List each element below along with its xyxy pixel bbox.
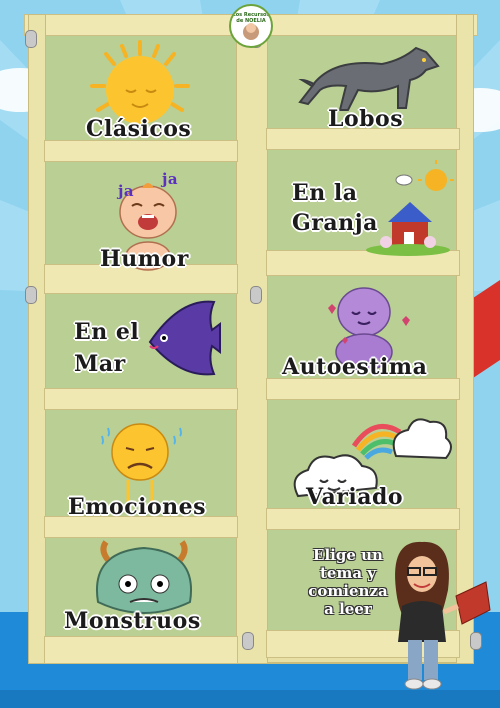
category-autoestima[interactable]: Autoestima (268, 276, 458, 380)
laugh-text: ja (118, 182, 135, 200)
logo-text: Los Recursos de NOELIA (232, 12, 270, 24)
category-humor[interactable]: ja ja Humor (46, 162, 236, 274)
category-label: En la Granja (292, 178, 378, 238)
cta-line: comienza (308, 582, 388, 600)
category-label: Autoestima (282, 354, 428, 380)
category-label: Emociones (68, 494, 207, 520)
shelf-board-left-1 (44, 140, 238, 162)
cta-line: tema y (319, 564, 376, 582)
door-knob (470, 632, 482, 650)
cta-line: Elige un (313, 546, 383, 564)
label-line: En el (74, 319, 140, 345)
door-knob (250, 286, 262, 304)
call-to-action: Elige un tema y comienza a leer (292, 546, 404, 618)
category-monstruos[interactable]: Monstruos (46, 538, 236, 636)
category-label: Monstruos (64, 608, 201, 634)
shelf-board-right-5 (266, 630, 460, 658)
door-knob (25, 286, 37, 304)
left-post (28, 14, 46, 664)
shelf-board-left-3 (44, 388, 238, 410)
category-emociones[interactable]: Emociones (46, 410, 236, 520)
center-post (236, 14, 268, 664)
label-line: Mar (74, 351, 126, 377)
category-label: En el Mar (74, 316, 139, 380)
cta-line: a leer (324, 600, 372, 618)
category-lobos[interactable]: Lobos (268, 36, 458, 132)
laugh-text: ja (162, 170, 179, 188)
right-post (456, 14, 474, 664)
category-label: Variado (306, 484, 404, 510)
shelf-board-left-5 (44, 636, 238, 664)
label-line: Granja (292, 210, 378, 236)
category-mar[interactable]: En el Mar (46, 294, 236, 388)
category-variado[interactable]: Variado (268, 400, 458, 510)
category-label: Lobos (328, 106, 404, 132)
category-label: Clásicos (86, 116, 192, 142)
shelf-board-right-4 (266, 508, 460, 530)
door-knob (25, 30, 37, 48)
shelf-board-right-3 (266, 378, 460, 400)
category-clasicos[interactable]: Clásicos (46, 36, 236, 142)
label-line: En la (292, 180, 358, 206)
category-granja[interactable]: En la Granja (268, 150, 458, 256)
door-knob (242, 632, 254, 650)
category-label: Humor (100, 246, 189, 272)
